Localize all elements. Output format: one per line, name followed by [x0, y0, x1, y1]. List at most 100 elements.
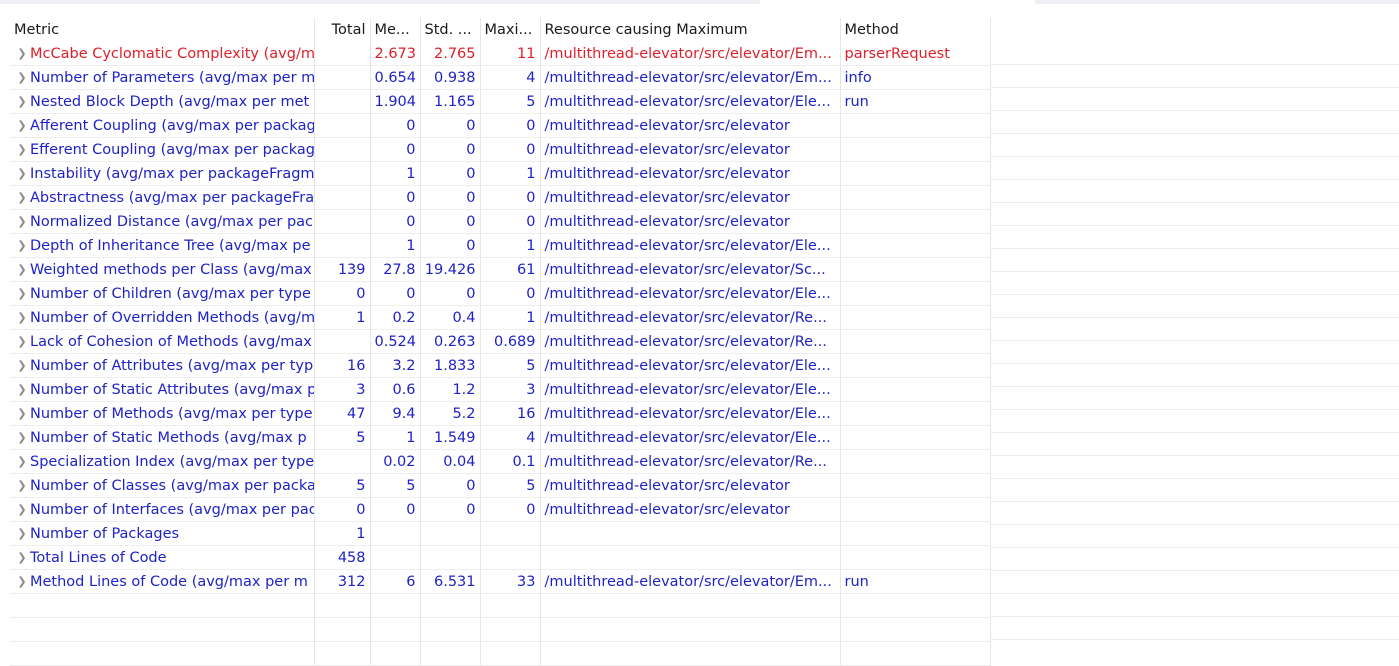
total-value-cell: [314, 449, 371, 474]
row-gridline: [990, 410, 1399, 433]
resource-path-cell: /multithread-elevator/src/elevator: [540, 497, 841, 522]
maximum-value-cell: [480, 521, 541, 546]
metric-label: Number of Attributes (avg/max per typ: [30, 357, 314, 374]
method-name-cell: info: [840, 65, 991, 90]
chevron-right-icon[interactable]: ❯: [14, 139, 30, 161]
mean-value-cell: 0.02: [370, 449, 421, 474]
chevron-right-icon[interactable]: ❯: [14, 235, 30, 257]
maximum-value-cell: 0: [480, 137, 541, 162]
mean-value-cell: 1: [370, 233, 421, 258]
resource-path-cell: /multithread-elevator/src/elevator/Em...: [540, 65, 841, 90]
std-dev-value-cell: 5.2: [420, 401, 481, 426]
chevron-right-icon[interactable]: ❯: [14, 523, 30, 545]
chevron-right-icon[interactable]: ❯: [14, 91, 30, 113]
table-row[interactable]: ❯ Efferent Coupling (avg/max per packag 0 0…: [10, 137, 991, 162]
table-row[interactable]: ❯ McCabe Cyclomatic Complexity (avg/m 2.67…: [10, 42, 991, 66]
maximum-value-cell: 11: [480, 42, 541, 66]
chevron-right-icon[interactable]: ❯: [14, 163, 30, 185]
column-header-method[interactable]: Method: [840, 18, 991, 42]
table-row[interactable]: ❯ Weighted methods per Class (avg/max 139 2…: [10, 257, 991, 282]
metric-name-cell: ❯ Weighted methods per Class (avg/max: [10, 257, 315, 282]
metric-label: Nested Block Depth (avg/max per met: [30, 93, 310, 110]
chevron-right-icon[interactable]: ❯: [14, 259, 30, 281]
table-body: ❯ McCabe Cyclomatic Complexity (avg/m 2.67…: [10, 42, 991, 666]
metric-name-cell: ❯ Number of Static Methods (avg/max p: [10, 425, 315, 450]
chevron-right-icon[interactable]: ❯: [14, 475, 30, 497]
mean-value-cell: 6: [370, 569, 421, 594]
chevron-right-icon[interactable]: ❯: [14, 43, 30, 65]
table-row[interactable]: ❯ Number of Methods (avg/max per type 47 9.…: [10, 401, 991, 426]
chevron-right-icon[interactable]: ❯: [14, 307, 30, 329]
std-dev-value-cell: 2.765: [420, 42, 481, 66]
chevron-right-icon[interactable]: ❯: [14, 283, 30, 305]
chevron-right-icon[interactable]: ❯: [14, 403, 30, 425]
table-row[interactable]: ❯ Number of Packages 1: [10, 521, 991, 546]
column-header-maximum[interactable]: Maxi...: [480, 18, 541, 42]
table-row[interactable]: ❯ Number of Children (avg/max per type 0 0 0…: [10, 281, 991, 306]
metric-name-cell: ❯ Efferent Coupling (avg/max per packag: [10, 137, 315, 162]
chevron-right-icon[interactable]: ❯: [14, 379, 30, 401]
empty-cell: [370, 593, 421, 618]
chevron-right-icon[interactable]: ❯: [14, 571, 30, 593]
std-dev-value-cell: [420, 545, 481, 570]
metric-name-cell: ❯ Number of Static Attributes (avg/max p: [10, 377, 315, 402]
total-value-cell: 5: [314, 425, 371, 450]
table-row[interactable]: ❯ Depth of Inheritance Tree (avg/max pe 1 0…: [10, 233, 991, 258]
chevron-right-icon[interactable]: ❯: [14, 451, 30, 473]
mean-value-cell: [370, 545, 421, 570]
mean-value-cell: 0: [370, 209, 421, 234]
chevron-right-icon[interactable]: ❯: [14, 547, 30, 569]
table-row[interactable]: ❯ Method Lines of Code (avg/max per m 312 6…: [10, 569, 991, 594]
column-header-std-dev[interactable]: Std. ...: [420, 18, 481, 42]
method-name-cell: [840, 113, 991, 138]
chevron-right-icon[interactable]: ❯: [14, 331, 30, 353]
chevron-right-icon[interactable]: ❯: [14, 211, 30, 233]
total-value-cell: [314, 137, 371, 162]
table-header: Metric Total Me... Std. ... Maxi... Reso…: [10, 18, 991, 42]
empty-cell: [10, 641, 315, 666]
table-row[interactable]: ❯ Number of Overridden Methods (avg/m 1 0.2…: [10, 305, 991, 330]
column-header-total[interactable]: Total: [314, 18, 371, 42]
maximum-value-cell: 61: [480, 257, 541, 282]
maximum-value-cell: 5: [480, 353, 541, 378]
maximum-value-cell: 1: [480, 233, 541, 258]
method-name-cell: [840, 473, 991, 498]
metric-label: Number of Static Attributes (avg/max p: [30, 381, 314, 398]
table-row[interactable]: ❯ Number of Static Attributes (avg/max p3…: [10, 377, 991, 402]
mean-value-cell: [370, 521, 421, 546]
table-row[interactable]: ❯ Number of Interfaces (avg/max per pac 0 0…: [10, 497, 991, 522]
resource-path-cell: /multithread-elevator/src/elevator: [540, 113, 841, 138]
table-row[interactable]: ❯ Lack of Cohesion of Methods (avg/max 0.5…: [10, 329, 991, 354]
table-row[interactable]: ❯ Instability (avg/max per packageFragm 1 0…: [10, 161, 991, 186]
method-name-cell: [840, 233, 991, 258]
column-header-mean[interactable]: Me...: [370, 18, 421, 42]
empty-cell: [840, 641, 991, 666]
empty-cell: [840, 593, 991, 618]
table-row[interactable]: ❯ Total Lines of Code 458: [10, 545, 991, 570]
method-name-cell: [840, 545, 991, 570]
table-row[interactable]: ❯ Number of Classes (avg/max per packa 5 5 0…: [10, 473, 991, 498]
table-row[interactable]: ❯ Normalized Distance (avg/max per pac 0 0 0…: [10, 209, 991, 234]
table-row[interactable]: ❯ Number of Attributes (avg/max per typ 16…: [10, 353, 991, 378]
std-dev-value-cell: 0.938: [420, 65, 481, 90]
table-row[interactable]: ❯ Nested Block Depth (avg/max per met 1.90…: [10, 89, 991, 114]
chevron-right-icon[interactable]: ❯: [14, 115, 30, 137]
chevron-right-icon[interactable]: ❯: [14, 187, 30, 209]
table-row[interactable]: ❯ Number of Static Methods (avg/max p 5 1 1.…: [10, 425, 991, 450]
mean-value-cell: 0.654: [370, 65, 421, 90]
total-value-cell: [314, 89, 371, 114]
chevron-right-icon[interactable]: ❯: [14, 427, 30, 449]
table-row[interactable]: ❯ Specialization Index (avg/max per type 0…: [10, 449, 991, 474]
chevron-right-icon[interactable]: ❯: [14, 355, 30, 377]
column-header-metric[interactable]: Metric: [10, 18, 315, 42]
column-header-resource[interactable]: Resource causing Maximum: [540, 18, 841, 42]
resource-path-cell: /multithread-elevator/src/elevator: [540, 161, 841, 186]
table-row[interactable]: ❯ Abstractness (avg/max per packageFra 0 0 0…: [10, 185, 991, 210]
mean-value-cell: 1: [370, 425, 421, 450]
chevron-right-icon[interactable]: ❯: [14, 67, 30, 89]
table-row[interactable]: ❯ Number of Parameters (avg/max per m 0.65…: [10, 65, 991, 90]
metric-label: Lack of Cohesion of Methods (avg/max: [30, 333, 312, 350]
chevron-right-icon[interactable]: ❯: [14, 499, 30, 521]
method-name-cell: run: [840, 569, 991, 594]
table-row[interactable]: ❯ Afferent Coupling (avg/max per packag 0 0…: [10, 113, 991, 138]
